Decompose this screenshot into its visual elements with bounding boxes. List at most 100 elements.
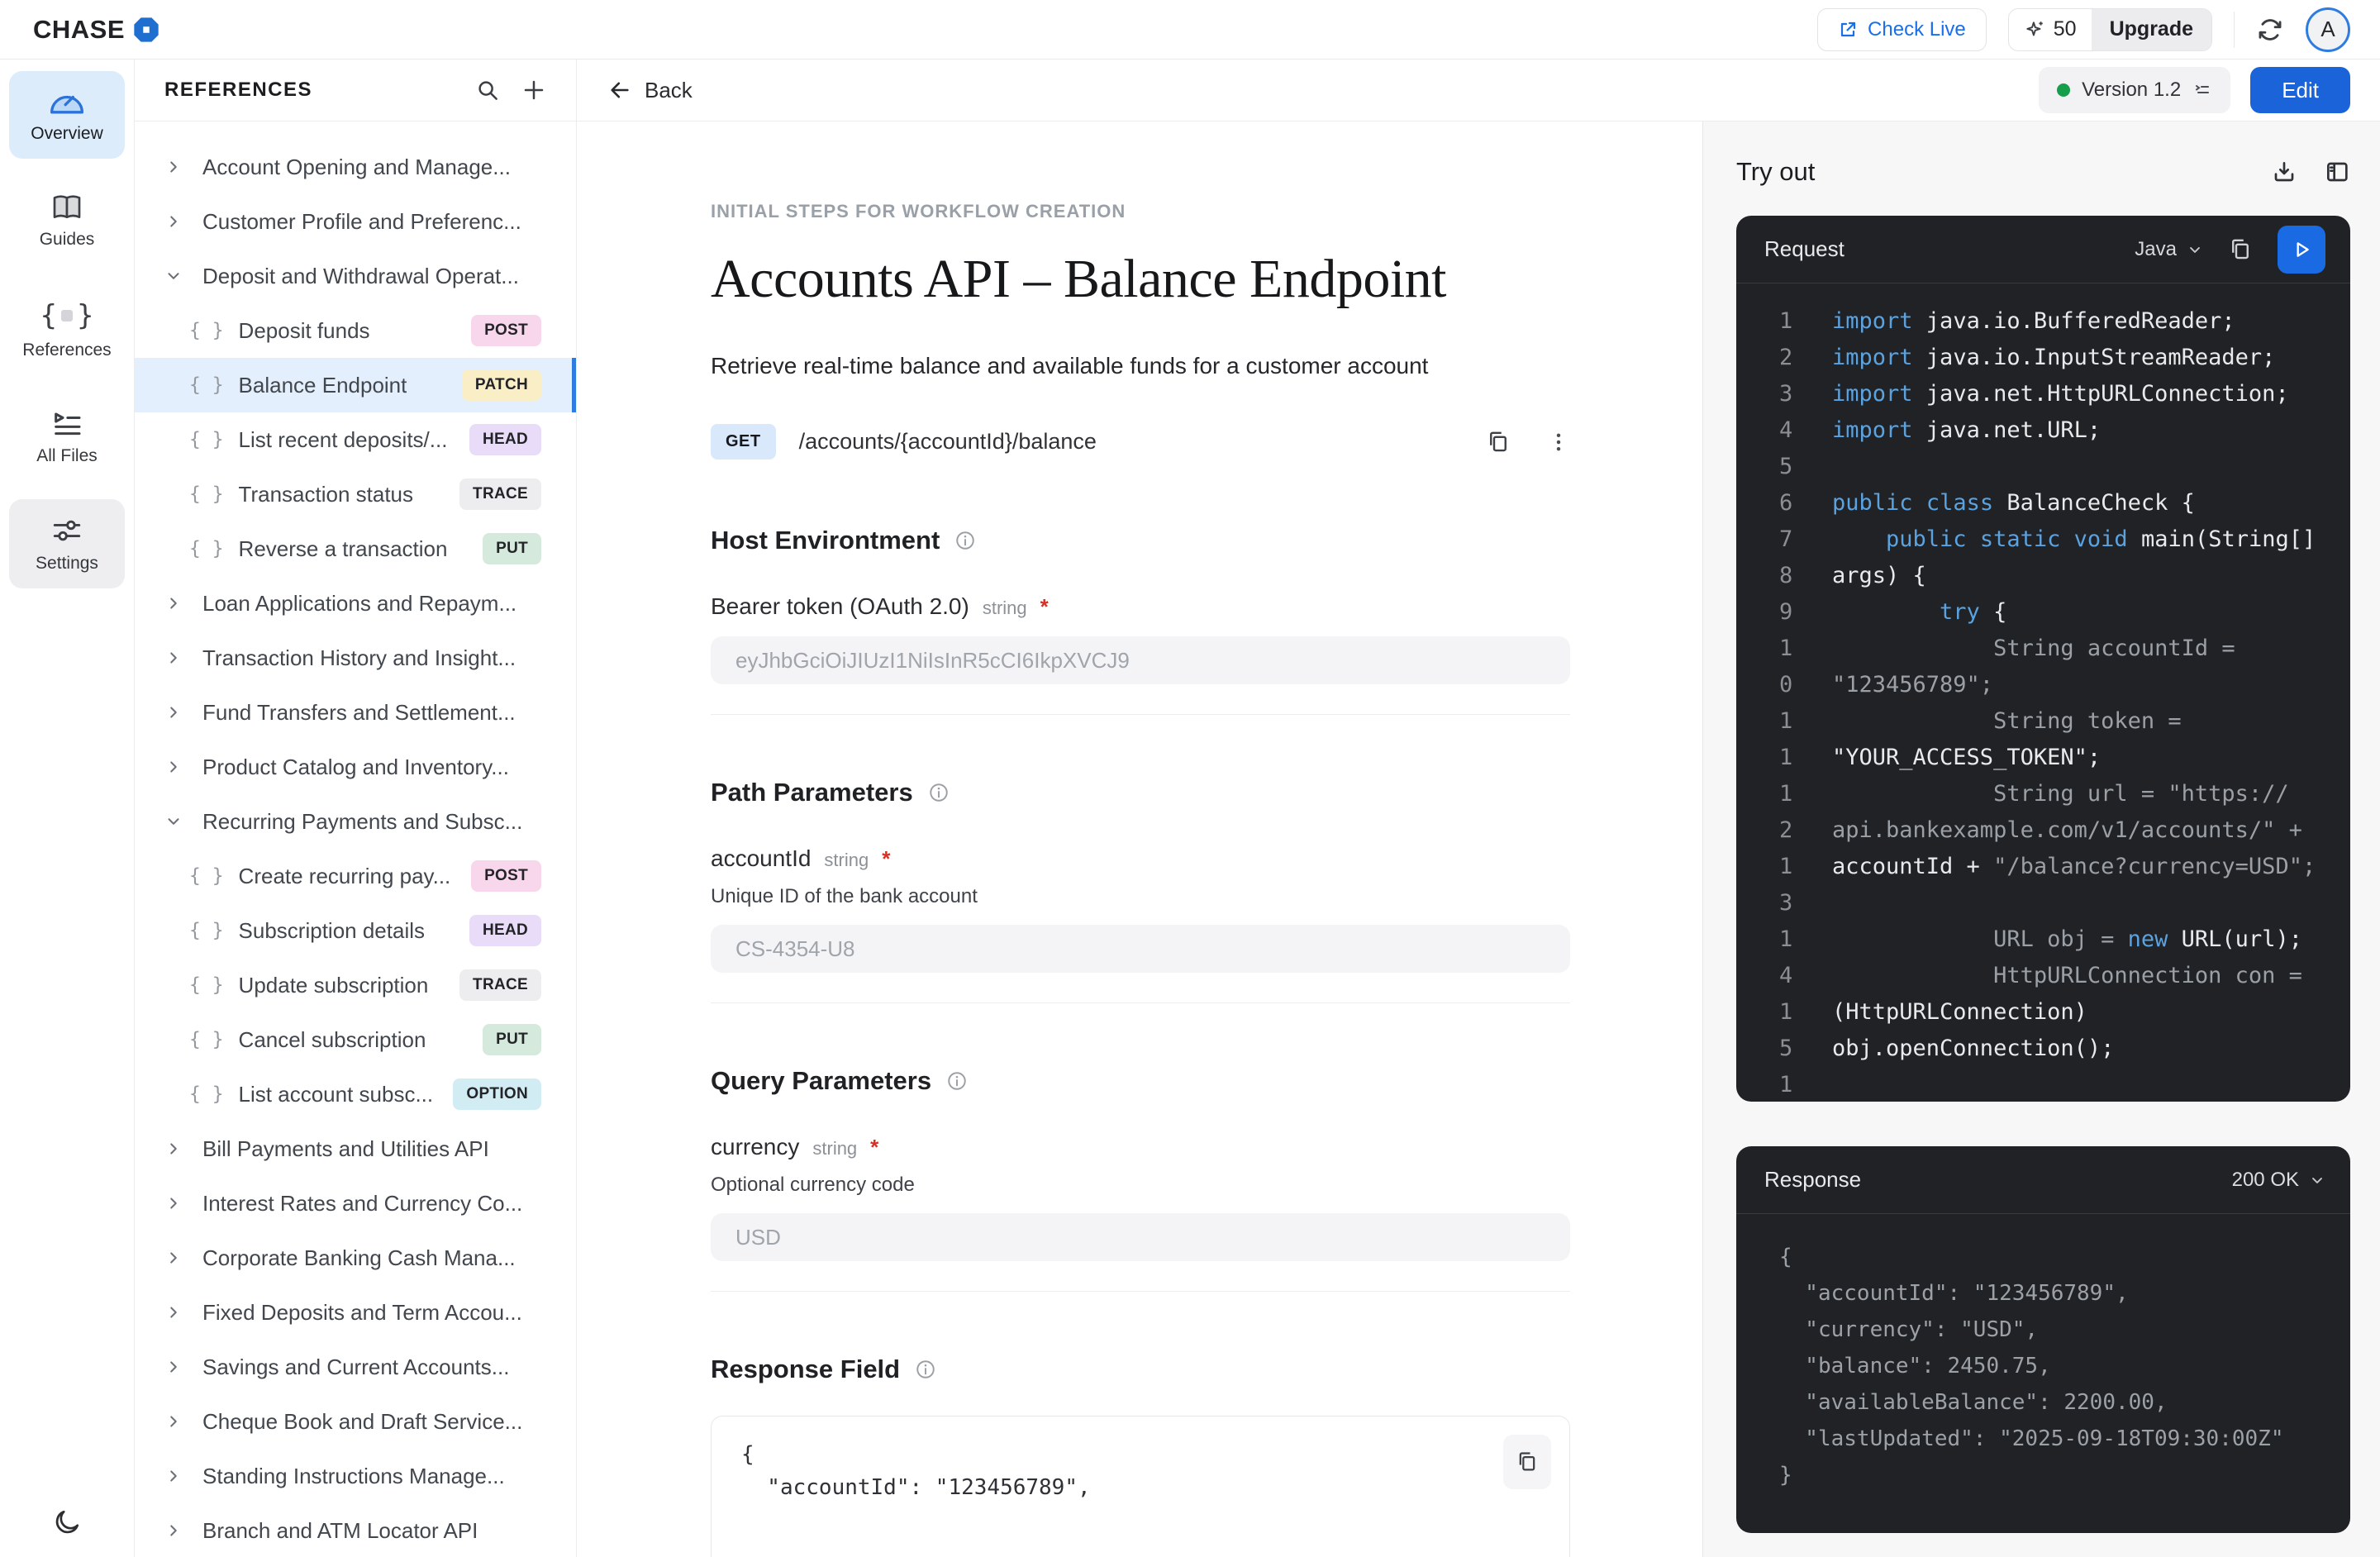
refresh-button[interactable] — [2256, 16, 2284, 44]
sidebar-group-item[interactable]: Loan Applications and Repaym... — [135, 576, 576, 631]
rail-item-all-files[interactable]: All Files — [9, 393, 125, 481]
copy-response-button[interactable] — [1503, 1435, 1551, 1489]
rail-label-guides: Guides — [39, 230, 95, 249]
chevron-right-icon — [164, 758, 184, 776]
version-list-icon — [2192, 80, 2212, 100]
method-badge: PATCH — [461, 369, 541, 401]
code-row: 5 — [1779, 449, 2327, 485]
dark-mode-toggle[interactable] — [0, 1507, 134, 1537]
copy-path-button[interactable] — [1486, 430, 1511, 455]
sidebar-endpoint-item[interactable]: { } Create recurring pay... POST — [135, 849, 576, 903]
method-badge: PUT — [483, 533, 541, 564]
sidebar-group-item[interactable]: Standing Instructions Manage... — [135, 1449, 576, 1503]
response-card: Response 200 OK { "accountId": "12345678… — [1736, 1146, 2350, 1533]
code-row: 4 HttpURLConnection con = — [1779, 958, 2327, 994]
topbar-actions: Check Live 50 Upgrade A — [1817, 7, 2350, 52]
sidebar-group-item[interactable]: Recurring Payments and Subsc... — [135, 794, 576, 849]
sidebar-group-item[interactable]: Deposit and Withdrawal Operat... — [135, 249, 576, 303]
param-description: Optional currency code — [711, 1174, 915, 1196]
response-field-box: { "accountId": "123456789", — [711, 1416, 1570, 1557]
sidebar-group-item[interactable]: Interest Rates and Currency Co... — [135, 1176, 576, 1231]
sidebar-group-item[interactable]: Cheque Book and Draft Service... — [135, 1394, 576, 1449]
book-icon — [50, 193, 83, 221]
line-number: 8 — [1779, 563, 1793, 588]
response-json-line: "accountId": "123456789", — [1779, 1281, 2129, 1306]
sidebar-group-item[interactable]: Bill Payments and Utilities API — [135, 1121, 576, 1176]
sidebar-search-button[interactable] — [475, 78, 500, 102]
sidebar-add-button[interactable] — [521, 78, 546, 102]
chevron-right-icon — [164, 1412, 184, 1431]
response-json-line: "availableBalance": 2200.00, — [1779, 1390, 2168, 1415]
method-badge: TRACE — [459, 969, 541, 1001]
rail-item-settings[interactable]: Settings — [9, 499, 125, 588]
run-request-button[interactable] — [2278, 225, 2325, 274]
sidebar-group-item[interactable]: Customer Profile and Preferenc... — [135, 194, 576, 249]
method-badge: POST — [471, 860, 541, 892]
credits-pill[interactable]: 50 Upgrade — [2007, 7, 2212, 51]
edit-button[interactable]: Edit — [2250, 67, 2350, 113]
sidebar-group-item[interactable]: Branch and ATM Locator API — [135, 1503, 576, 1557]
sidebar-group-item[interactable]: Transaction History and Insight... — [135, 631, 576, 685]
sidebar-group-label: Loan Applications and Repaym... — [202, 590, 517, 616]
code-line: URL obj = new URL(url); — [1832, 926, 2302, 952]
rail-item-guides[interactable]: Guides — [9, 177, 125, 264]
info-icon — [946, 1070, 968, 1092]
avatar[interactable]: A — [2306, 7, 2350, 52]
sidebar-endpoint-item[interactable]: { } Deposit funds POST — [135, 303, 576, 358]
sidebar-endpoint-item[interactable]: { } Cancel subscription PUT — [135, 1012, 576, 1067]
sidebar-group-item[interactable]: Fixed Deposits and Term Accou... — [135, 1285, 576, 1340]
braces-icon: { } — [189, 429, 224, 450]
sidebar-endpoint-item[interactable]: { } List account subsc... OPTION — [135, 1067, 576, 1121]
language-select[interactable]: Java — [2135, 238, 2203, 261]
sidebar-title: REFERENCES — [164, 79, 313, 101]
sidebar-endpoint-label: Reverse a transaction — [238, 536, 448, 561]
param-type: string — [812, 1138, 858, 1159]
bearer-token-input[interactable] — [711, 636, 1570, 684]
chevron-right-icon — [164, 1358, 184, 1376]
code-line: String token = — [1832, 708, 2182, 734]
check-live-button[interactable]: Check Live — [1817, 7, 1987, 51]
sliders-icon — [50, 516, 83, 545]
request-card: Request Java 1 import java.io.BufferedRe… — [1736, 216, 2350, 1102]
sidebar-group-label: Savings and Current Accounts... — [202, 1354, 510, 1379]
sidebar-endpoint-item[interactable]: { } Transaction status TRACE — [135, 467, 576, 521]
language-value: Java — [2135, 237, 2177, 260]
sidebar-endpoint-item[interactable]: { } Balance Endpoint PATCH — [135, 358, 576, 412]
copy-request-button[interactable] — [2228, 237, 2253, 262]
sidebar-group-item[interactable]: Account Opening and Manage... — [135, 140, 576, 194]
check-live-label: Check Live — [1868, 17, 1966, 40]
status-select[interactable]: 200 OK — [2232, 1169, 2325, 1192]
line-number: 5 — [1779, 1036, 1793, 1061]
sidebar-group-item[interactable]: Product Catalog and Inventory... — [135, 740, 576, 794]
sidebar-group-item[interactable]: Corporate Banking Cash Mana... — [135, 1231, 576, 1285]
version-selector[interactable]: Version 1.2 — [2039, 67, 2231, 113]
code-line: String accountId = — [1832, 636, 2235, 661]
sidebar-group-item[interactable]: Fund Transfers and Settlement... — [135, 685, 576, 740]
currency-input[interactable] — [711, 1213, 1570, 1261]
account-id-input[interactable] — [711, 925, 1570, 973]
layout-panel-button[interactable] — [2324, 159, 2350, 185]
chevron-right-icon — [164, 158, 184, 176]
sidebar-endpoint-item[interactable]: { } Subscription details HEAD — [135, 903, 576, 958]
sidebar-endpoint-label: Cancel subscription — [238, 1026, 426, 1052]
endpoint-menu-button[interactable] — [1547, 431, 1570, 454]
credits-count: 50 — [2009, 9, 2092, 50]
sidebar-group-label: Account Opening and Manage... — [202, 154, 511, 179]
rail-item-overview[interactable]: Overview — [9, 71, 125, 159]
sidebar-endpoint-item[interactable]: { } Update subscription TRACE — [135, 958, 576, 1012]
back-button[interactable]: Back — [608, 78, 693, 103]
references-sidebar: REFERENCES Account Opening and Manage...… — [135, 60, 577, 1557]
info-icon — [954, 530, 976, 551]
section-divider — [711, 714, 1570, 715]
upgrade-button[interactable]: Upgrade — [2091, 8, 2211, 50]
download-button[interactable] — [2271, 159, 2297, 185]
sidebar-endpoint-label: Deposit funds — [238, 317, 370, 343]
sidebar-endpoint-item[interactable]: { } List recent deposits/... HEAD — [135, 412, 576, 467]
rail-label-all-files: All Files — [36, 446, 98, 465]
rail-item-references[interactable]: {} References — [9, 283, 125, 375]
sidebar-header: REFERENCES — [135, 60, 576, 121]
sidebar-group-item[interactable]: Savings and Current Accounts... — [135, 1340, 576, 1394]
left-rail: Overview Guides {} References All Files … — [0, 60, 135, 1557]
sidebar-endpoint-item[interactable]: { } Reverse a transaction PUT — [135, 521, 576, 576]
line-number: 1 — [1779, 926, 1793, 952]
